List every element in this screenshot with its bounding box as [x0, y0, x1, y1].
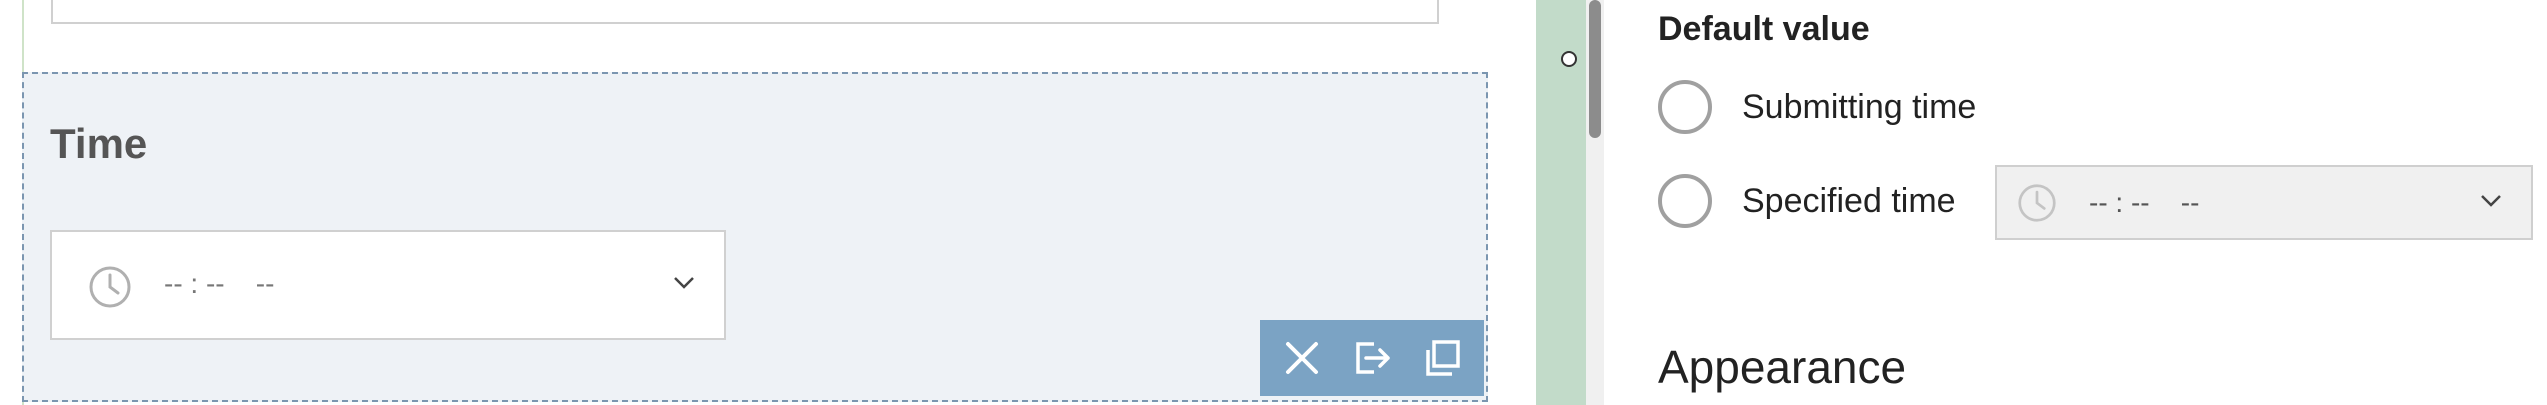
clock-icon: [2018, 184, 2056, 222]
default-value-label: Default value: [1658, 10, 1870, 48]
close-icon[interactable]: [1282, 338, 1322, 378]
previous-question-box[interactable]: [51, 0, 1439, 24]
export-icon[interactable]: [1352, 338, 1392, 378]
chevron-down-icon[interactable]: [672, 275, 696, 291]
specified-time-placeholder: -- : -- --: [2089, 187, 2200, 218]
copy-icon[interactable]: [1422, 338, 1462, 378]
question-title: Time: [50, 120, 148, 167]
radio-submitting-time[interactable]: [1658, 80, 1712, 134]
time-placeholder: -- : -- --: [164, 268, 275, 299]
radio-label-specified-time: Specified time: [1742, 182, 1956, 220]
question-toolbar: [1260, 320, 1484, 396]
radio-label-submitting-time: Submitting time: [1742, 88, 1977, 126]
resize-handle[interactable]: [1561, 51, 1577, 67]
time-input[interactable]: -- : -- --: [50, 230, 726, 340]
specified-time-input[interactable]: -- : -- --: [1995, 165, 2533, 240]
radio-specified-time[interactable]: [1658, 174, 1712, 228]
chevron-down-icon[interactable]: [2479, 193, 2503, 209]
appearance-heading: Appearance: [1658, 341, 1907, 393]
scrollbar-thumb[interactable]: [1589, 0, 1601, 138]
clock-icon: [89, 266, 131, 308]
